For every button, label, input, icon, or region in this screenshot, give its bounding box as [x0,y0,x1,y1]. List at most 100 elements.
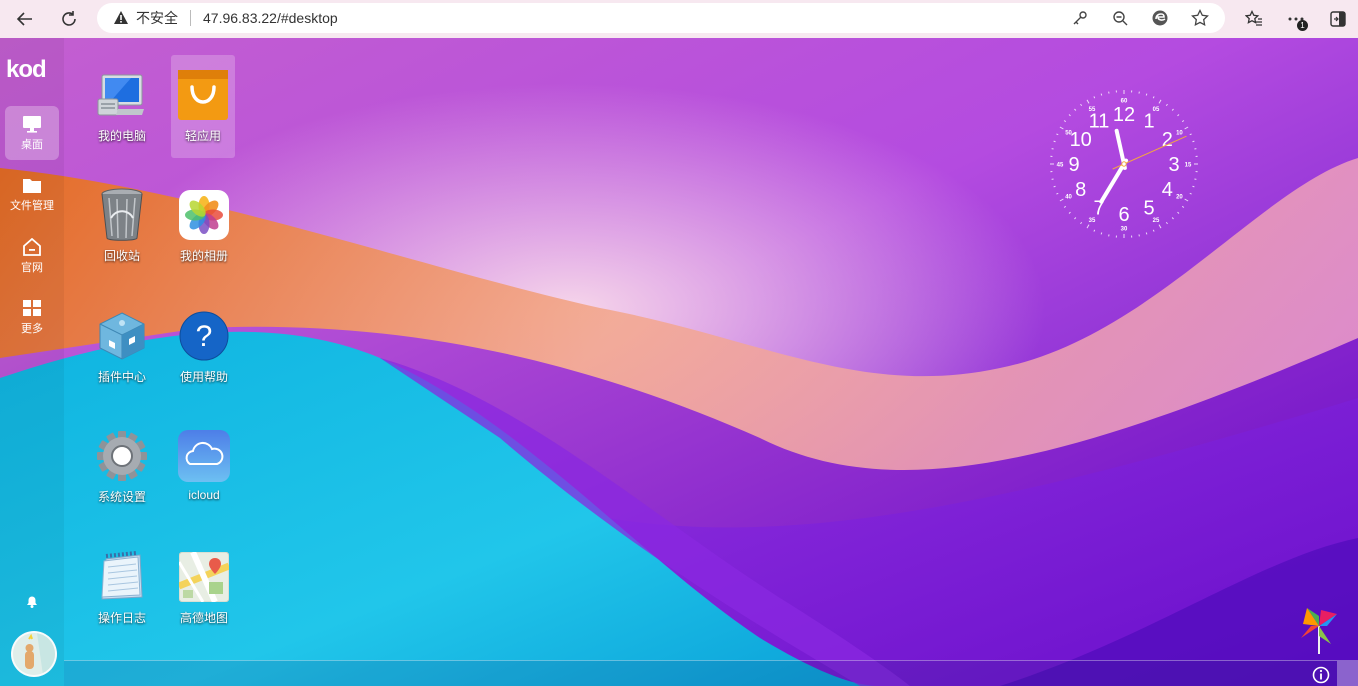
back-button[interactable] [11,5,39,33]
clock-tick [1171,108,1174,111]
desktop-icon-operation-log[interactable]: 操作日志 [89,537,155,637]
arrow-left-icon [16,12,32,26]
clock-center [1121,161,1127,167]
show-desktop-button[interactable] [1337,661,1358,686]
info-icon[interactable] [1312,666,1330,684]
clock-tick [1177,114,1180,117]
clock-tick [1184,198,1189,202]
clock-tick [1192,185,1195,188]
desktop-icon-recycle-bin[interactable]: 回收站 [89,175,155,275]
help-icon: ? [178,310,230,362]
key-icon[interactable] [1067,7,1093,29]
clock-tick [1063,120,1067,123]
clock-tick [1145,232,1148,235]
favorite-star-icon[interactable] [1187,7,1213,29]
kod-logo[interactable]: kod [6,56,47,84]
clock-tick [1189,133,1192,136]
clock-tick [1184,126,1189,130]
map-icon [178,551,230,603]
cloud-icon [178,430,230,482]
reload-button[interactable] [55,5,83,33]
taskbar[interactable] [64,660,1358,686]
desktop-icon-icloud[interactable]: icloud [171,416,237,516]
clock-minute-number: 20 [1176,195,1183,201]
desktop-icon-system-settings[interactable]: 系统设置 [89,416,155,516]
desktop-icon-label: 我的电脑 [97,129,146,143]
sidebar-toggle-icon[interactable] [1324,5,1352,33]
clock-tick [1171,217,1174,220]
monitor-icon [23,115,41,133]
photos-icon [178,189,230,241]
clock-tick [1080,103,1083,107]
sidebar-item-label: 官网 [21,261,43,274]
sidebar-item-website[interactable]: 官网 [5,229,59,283]
settings-gear-icon [96,430,148,482]
edge-extension-icon[interactable] [1147,7,1173,29]
desktop-icon-help[interactable]: ? 使用帮助 [171,296,237,396]
clock-tick [1086,99,1090,104]
clock-tick [1158,99,1162,104]
clock-tick [1059,126,1064,130]
notepad-icon [96,551,148,603]
sidebar-item-label: 更多 [21,322,43,335]
clock-tick [1152,96,1155,99]
clock-tick [1080,221,1083,225]
avatar[interactable] [11,631,57,677]
desktop-icon-light-apps[interactable]: 轻应用 [171,55,235,158]
analog-clock-widget[interactable]: 600510152025303540455055 12 1234567891011 [1046,86,1202,242]
clock-tick [1152,229,1155,232]
sidebar-item-label: 桌面 [21,138,43,151]
pinwheel-icon[interactable] [1299,604,1339,654]
clock-minute-number: 40 [1065,195,1072,201]
svg-text:?: ? [196,320,213,353]
desktop-icon-label: 使用帮助 [179,370,228,384]
more-options-icon[interactable]: 1 [1282,5,1310,33]
warning-icon[interactable] [113,10,129,26]
clock-tick [1093,229,1096,232]
desktop-icon-plugin-center[interactable]: 插件中心 [89,296,155,396]
clock-minute-number: 30 [1121,227,1128,233]
bell-icon[interactable] [24,593,40,609]
address-bar[interactable]: 不安全 47.96.83.22/#desktop [97,3,1225,33]
clock-tick [1053,185,1056,188]
clock-tick [1189,192,1192,195]
computer-icon [96,69,148,121]
sidebar-item-more[interactable]: 更多 [5,290,59,344]
url-text[interactable]: 47.96.83.22/#desktop [203,10,338,26]
clock-tick [1158,224,1162,229]
desktop[interactable]: kod 桌面 文件管理 官网 更多 我的电脑 轻应用 回收站 我的相册 插件中心… [0,38,1358,686]
clock-tick [1192,140,1195,143]
clock-tick [1068,211,1071,214]
desktop-icon-label: 插件中心 [97,370,146,384]
clock-hour-number: 11 [1089,111,1110,133]
clock-tick [1100,93,1103,96]
browser-toolbar: 不安全 47.96.83.22/#desktop 1 [0,0,1358,38]
clock-tick [1059,198,1064,202]
shopping-bag-icon [177,69,229,121]
grid-icon [23,299,41,316]
clock-tick [1063,205,1067,208]
divider [190,10,191,26]
clock-hour-number: 4 [1162,179,1173,201]
sidebar-item-file-manager[interactable]: 文件管理 [5,168,59,222]
security-label[interactable]: 不安全 [136,8,178,28]
clock-tick [1145,93,1148,96]
desktop-icon-amap[interactable]: 高德地图 [171,537,237,637]
sidebar-item-desktop[interactable]: 桌面 [5,106,59,160]
clock-hour-number: 9 [1068,154,1079,176]
zoom-out-icon[interactable] [1107,7,1133,29]
notification-badge: 1 [1297,20,1308,31]
sidebar-item-label: 文件管理 [10,200,54,212]
clock-hour-number: 5 [1143,197,1154,219]
desktop-icon-label: 系统设置 [97,490,146,504]
clock-hour-number: 2 [1162,129,1173,151]
desktop-icon-my-album[interactable]: 我的相册 [171,175,237,275]
favorites-list-icon[interactable] [1240,5,1268,33]
clock-tick [1177,211,1180,214]
plugin-cube-icon [96,310,148,362]
clock-hour-number: 3 [1168,154,1179,176]
desktop-icon-label: 回收站 [103,249,140,263]
clock-tick [1093,96,1096,99]
clock-tick [1100,232,1103,235]
desktop-icon-my-computer[interactable]: 我的电脑 [89,55,155,155]
